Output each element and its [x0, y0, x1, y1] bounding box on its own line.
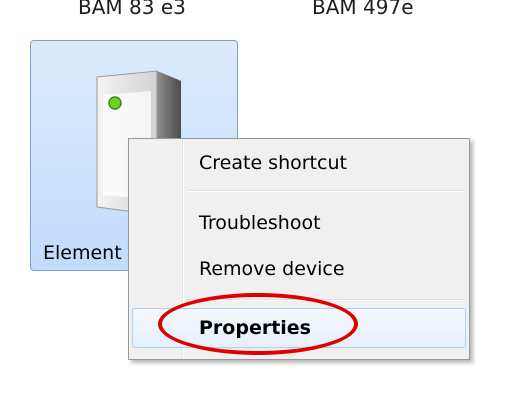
- menu-item-create-shortcut[interactable]: Create shortcut: [132, 143, 466, 183]
- menu-separator: [187, 190, 465, 192]
- annotation-ellipse: [158, 293, 358, 355]
- menu-item-remove-device[interactable]: Remove device: [132, 249, 466, 289]
- menu-item-troubleshoot[interactable]: Troubleshoot: [132, 203, 466, 243]
- device-label-bam-497e[interactable]: BAM 497e: [312, 0, 414, 20]
- device-name: Element: [43, 242, 122, 264]
- device-label-bam-83-e3[interactable]: BAM 83 e3: [78, 0, 186, 20]
